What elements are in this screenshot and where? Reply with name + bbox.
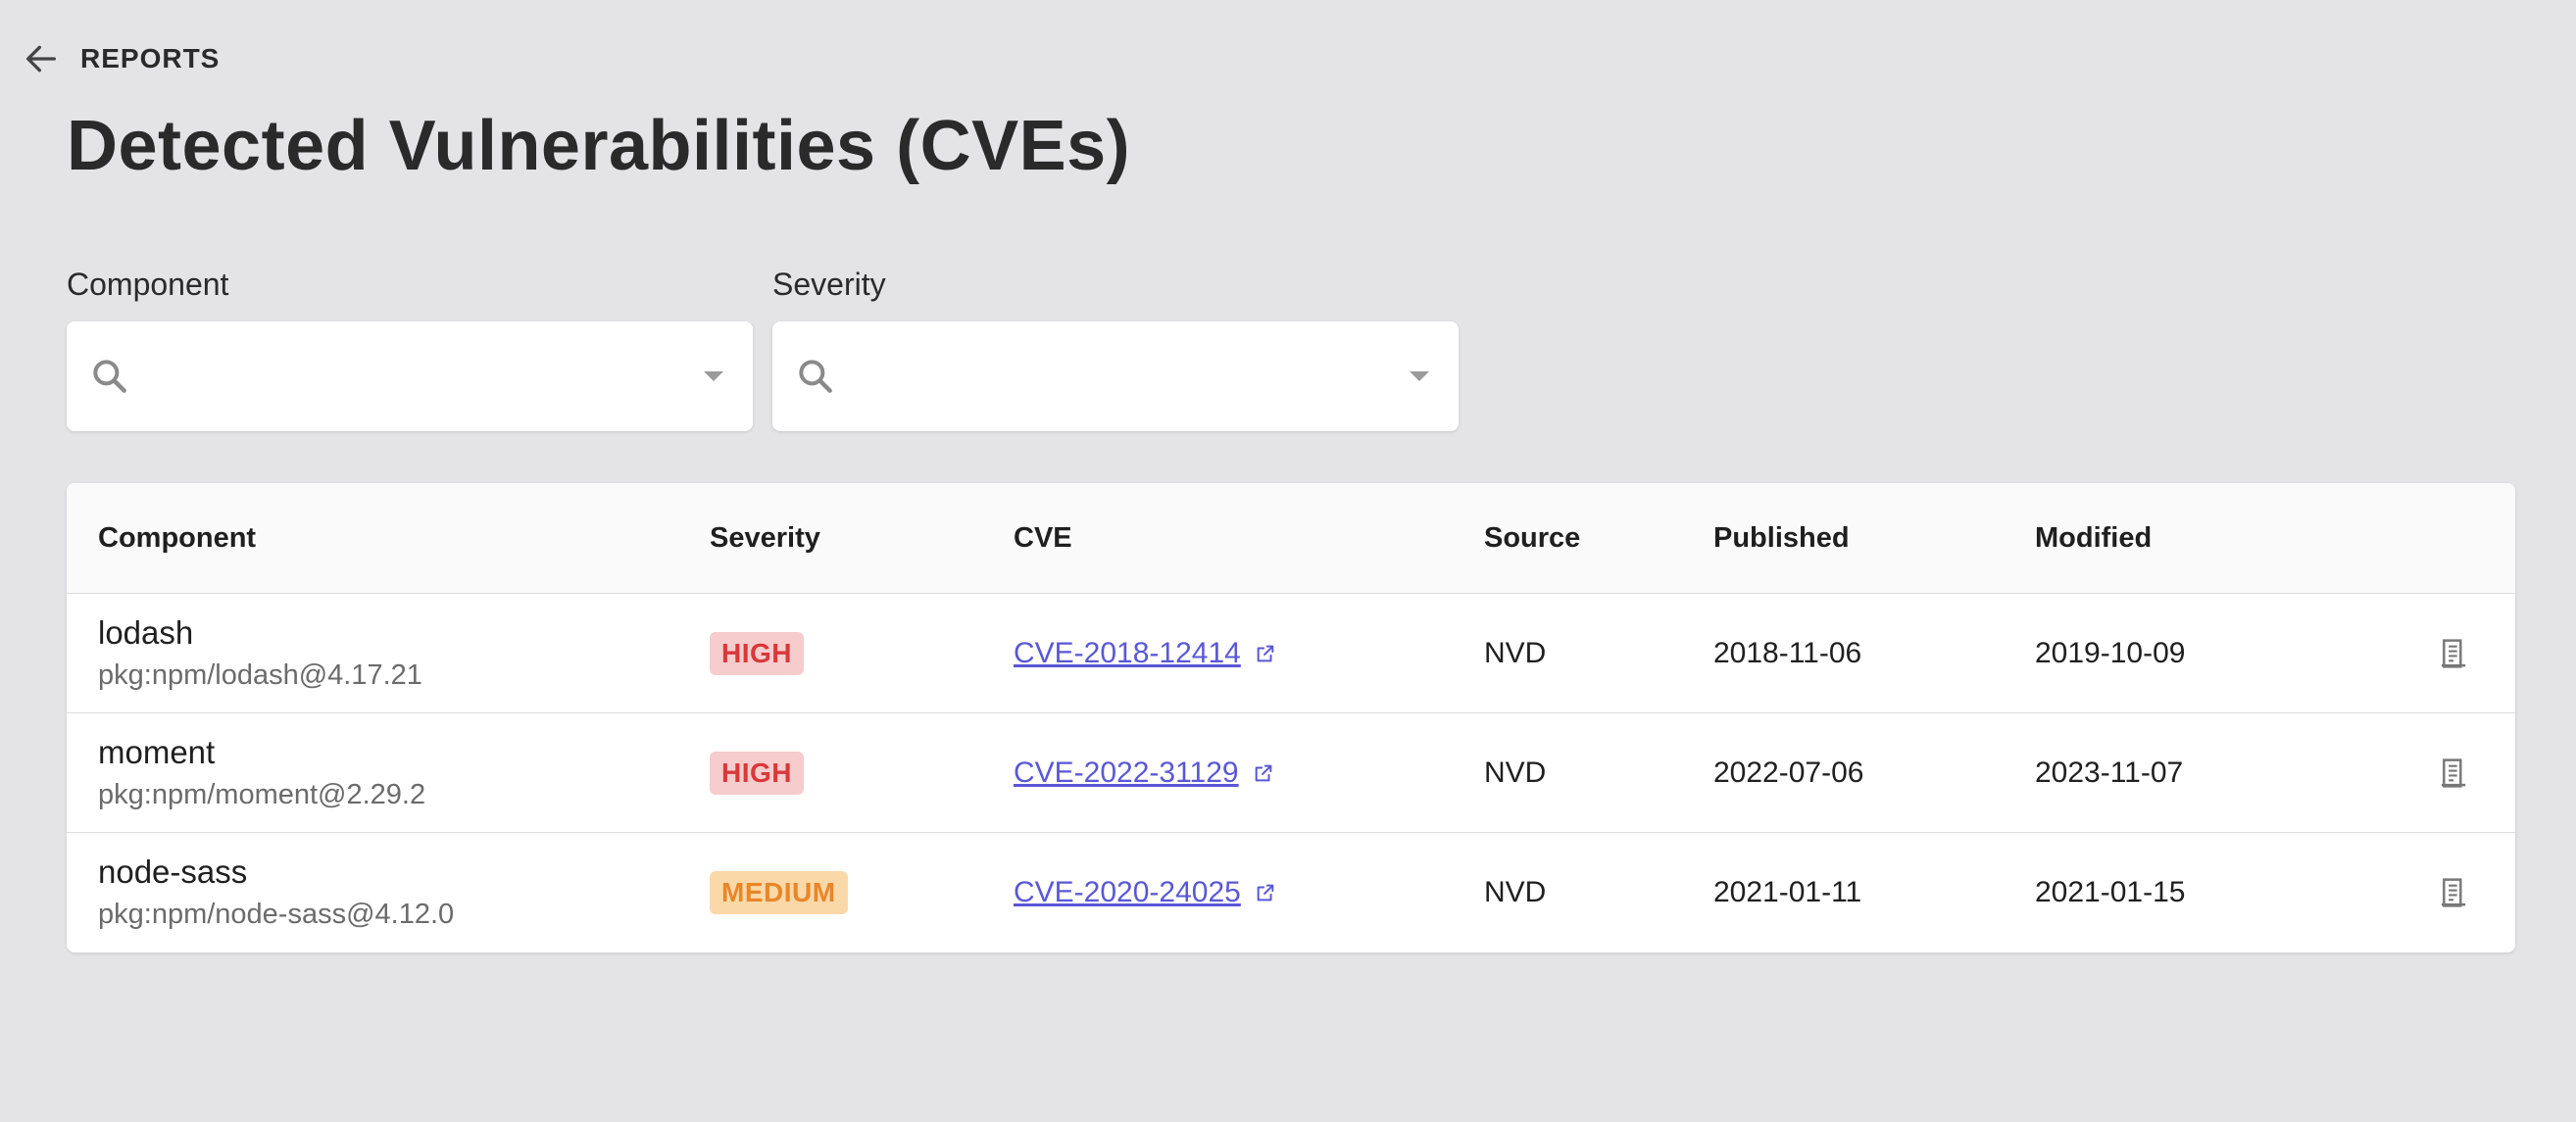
- search-icon: [93, 360, 126, 393]
- severity-badge: HIGH: [710, 632, 804, 675]
- column-header-source[interactable]: Source: [1484, 483, 1580, 594]
- search-icon: [799, 360, 832, 393]
- document-icon[interactable]: [2439, 876, 2468, 909]
- component-filter-dropdown[interactable]: [67, 321, 753, 431]
- column-header-cve[interactable]: CVE: [1014, 483, 1072, 594]
- cve-link[interactable]: CVE-2018-12414: [1014, 637, 1241, 670]
- cve-link[interactable]: CVE-2020-24025: [1014, 876, 1241, 909]
- external-link-icon[interactable]: [1255, 882, 1276, 903]
- component-cell: moment pkg:npm/moment@2.29.2: [98, 713, 425, 833]
- document-icon[interactable]: [2439, 637, 2468, 670]
- severity-badge: HIGH: [710, 752, 804, 795]
- severity-badge: MEDIUM: [710, 871, 848, 914]
- page-title: Detected Vulnerabilities (CVEs): [67, 107, 1131, 185]
- component-cell: node-sass pkg:npm/node-sass@4.12.0: [98, 833, 454, 952]
- component-filter-label: Component: [67, 267, 229, 302]
- component-cell: lodash pkg:npm/lodash@4.17.21: [98, 594, 422, 713]
- vulnerabilities-table: Component Severity CVE Source Published …: [67, 483, 2515, 952]
- severity-cell: HIGH: [710, 713, 804, 833]
- column-header-published[interactable]: Published: [1713, 483, 1850, 594]
- back-label: REPORTS: [80, 43, 221, 73]
- source-cell: NVD: [1484, 756, 1547, 789]
- column-header-component[interactable]: Component: [98, 483, 256, 594]
- column-header-severity[interactable]: Severity: [710, 483, 820, 594]
- cve-cell: CVE-2020-24025: [1014, 833, 1276, 952]
- component-purl: pkg:npm/moment@2.29.2: [98, 779, 426, 810]
- severity-search-input[interactable]: [851, 347, 1410, 406]
- published-cell: 2018-11-06: [1713, 637, 1862, 669]
- details-cell: [2439, 833, 2468, 952]
- severity-cell: HIGH: [710, 594, 804, 713]
- external-link-icon[interactable]: [1255, 643, 1276, 664]
- modified-cell: 2021-01-15: [2035, 876, 2186, 908]
- modified-cell: 2023-11-07: [2035, 756, 2184, 789]
- severity-filter-dropdown[interactable]: [772, 321, 1459, 431]
- published-cell: 2022-07-06: [1713, 756, 1864, 789]
- details-cell: [2439, 594, 2468, 713]
- table-header: Component Severity CVE Source Published …: [67, 483, 2515, 594]
- component-purl: pkg:npm/node-sass@4.12.0: [98, 899, 455, 930]
- severity-filter-label: Severity: [772, 267, 886, 302]
- component-name: moment: [98, 734, 216, 770]
- arrow-left-icon: [26, 45, 56, 73]
- cve-link[interactable]: CVE-2022-31129: [1014, 756, 1239, 790]
- component-filter: Component: [67, 265, 753, 431]
- table-row: node-sass pkg:npm/node-sass@4.12.0 MEDIU…: [67, 833, 2515, 952]
- source-cell: NVD: [1484, 637, 1547, 669]
- component-name: node-sass: [98, 854, 248, 890]
- external-link-icon[interactable]: [1253, 762, 1274, 784]
- column-header-modified[interactable]: Modified: [2035, 483, 2152, 594]
- modified-cell: 2019-10-09: [2035, 637, 2186, 669]
- chevron-down-icon[interactable]: [704, 371, 723, 381]
- table-row: moment pkg:npm/moment@2.29.2 HIGH CVE-20…: [67, 713, 2515, 833]
- details-cell: [2439, 713, 2468, 833]
- component-name: lodash: [98, 614, 194, 651]
- back-to-reports-link[interactable]: REPORTS: [22, 39, 220, 78]
- cve-cell: CVE-2018-12414: [1014, 594, 1276, 713]
- source-cell: NVD: [1484, 876, 1547, 908]
- chevron-down-icon[interactable]: [1410, 371, 1429, 381]
- document-icon[interactable]: [2439, 756, 2468, 790]
- table-row: lodash pkg:npm/lodash@4.17.21 HIGH CVE-2…: [67, 594, 2515, 713]
- component-purl: pkg:npm/lodash@4.17.21: [98, 659, 422, 691]
- component-search-input[interactable]: [145, 347, 704, 406]
- published-cell: 2021-01-11: [1713, 876, 1862, 908]
- severity-cell: MEDIUM: [710, 833, 848, 952]
- cve-cell: CVE-2022-31129: [1014, 713, 1274, 833]
- severity-filter: Severity: [772, 265, 1459, 431]
